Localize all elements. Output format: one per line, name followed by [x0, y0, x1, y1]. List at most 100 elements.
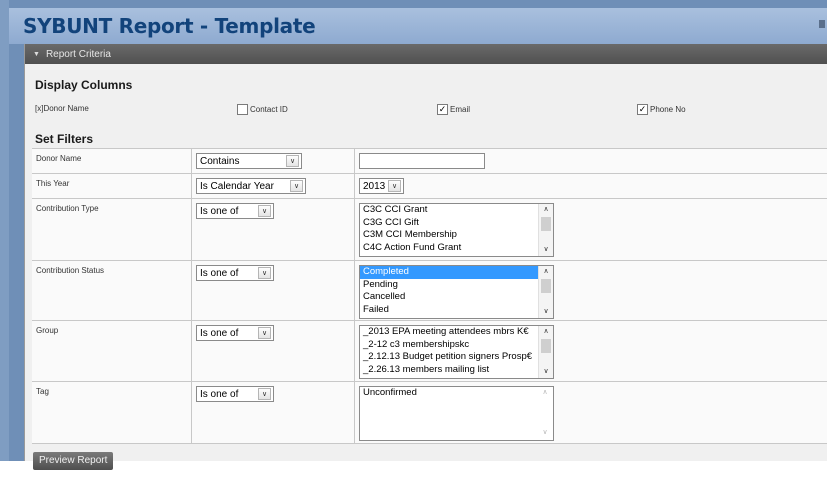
filter-value-cell: Completed Pending Cancelled Failed ∧ ∨ — [355, 261, 827, 320]
filter-row-donor-name: Donor Name Contains ∨ — [32, 149, 827, 174]
scroll-down-icon[interactable]: ∨ — [538, 427, 552, 439]
phone-no-checkbox[interactable]: ✓ — [637, 104, 648, 115]
list-option[interactable]: Unconfirmed — [360, 387, 538, 400]
filter-label: Group — [32, 321, 192, 381]
select-value: Is one of — [200, 328, 239, 339]
column-contact-id[interactable]: Contact ID — [237, 104, 288, 115]
group-operator-select[interactable]: Is one of ∨ — [196, 325, 274, 341]
filter-value-cell: Unconfirmed ∧ ∨ — [355, 382, 827, 443]
scroll-thumb[interactable] — [541, 217, 551, 231]
scroll-down-icon[interactable]: ∨ — [539, 244, 553, 256]
column-email[interactable]: ✓ Email — [437, 104, 470, 115]
listbox-scrollbar[interactable]: ∧ ∨ — [538, 266, 553, 318]
panel-title: Report Criteria — [45, 48, 111, 60]
select-value: Contains — [200, 156, 240, 167]
scroll-down-icon[interactable]: ∨ — [539, 366, 553, 378]
tag-listbox[interactable]: Unconfirmed ∧ ∨ — [359, 386, 554, 441]
dropdown-arrow-icon[interactable]: ∨ — [388, 180, 401, 192]
filter-operator-cell: Is one of ∨ — [192, 382, 355, 443]
scroll-thumb[interactable] — [541, 339, 551, 353]
list-option[interactable]: Cancelled — [360, 291, 538, 304]
select-value: Is one of — [200, 268, 239, 279]
column-label: Contact ID — [250, 105, 288, 114]
select-value: 2013 — [363, 181, 386, 192]
email-checkbox[interactable]: ✓ — [437, 104, 448, 115]
set-filters-heading: Set Filters — [35, 132, 94, 146]
dropdown-arrow-icon[interactable]: ∨ — [290, 180, 303, 192]
scroll-up-icon[interactable]: ∧ — [538, 387, 552, 399]
tag-operator-select[interactable]: Is one of ∨ — [196, 386, 274, 402]
filter-value-cell: C3C CCI Grant C3G CCI Gift C3M CCI Membe… — [355, 199, 827, 260]
select-value: Is one of — [200, 389, 239, 400]
column-label: Donor Name — [43, 104, 89, 113]
preview-report-button[interactable]: Preview Report — [33, 452, 114, 470]
list-option-selected[interactable]: Completed — [360, 266, 538, 279]
listbox-scrollbar[interactable]: ∧ ∨ — [538, 387, 553, 439]
filter-operator-cell: Is one of ∨ — [192, 199, 355, 260]
filter-label: Contribution Status — [32, 261, 192, 320]
list-option[interactable]: _2013 EPA meeting attendees mbrs K€ — [360, 326, 538, 339]
list-option[interactable]: Pending — [360, 279, 538, 292]
listbox-scrollbar[interactable]: ∧ ∨ — [538, 204, 553, 256]
filter-operator-cell: Is one of ∨ — [192, 321, 355, 381]
dropdown-arrow-icon[interactable]: ∨ — [258, 327, 271, 339]
report-criteria-panel: ▼ Report Criteria Display Columns [x] Do… — [24, 44, 827, 470]
filter-row-contribution-status: Contribution Status Is one of ∨ Complete… — [32, 261, 827, 321]
filter-operator-cell: Is Calendar Year ∨ — [192, 174, 355, 198]
scroll-up-icon[interactable]: ∧ — [539, 204, 553, 216]
page-title: SYBUNT Report - Template — [23, 14, 316, 38]
filter-row-this-year: This Year Is Calendar Year ∨ 2013 ∨ — [32, 174, 827, 199]
filter-value-cell: 2013 ∨ — [355, 174, 827, 198]
this-year-operator-select[interactable]: Is Calendar Year ∨ — [196, 178, 306, 194]
filter-label: Contribution Type — [32, 199, 192, 260]
filter-label: Tag — [32, 382, 192, 443]
listbox-scrollbar[interactable]: ∧ ∨ — [538, 326, 553, 378]
scroll-up-icon[interactable]: ∧ — [539, 326, 553, 338]
filter-value-cell: _2013 EPA meeting attendees mbrs K€ _2-1… — [355, 321, 827, 381]
list-option[interactable]: C3G CCI Gift — [360, 217, 538, 230]
scroll-thumb[interactable] — [541, 279, 551, 293]
dropdown-arrow-icon[interactable]: ∨ — [286, 155, 299, 167]
list-option[interactable]: _2-12 c3 membershipskc — [360, 339, 538, 352]
dropdown-arrow-icon[interactable]: ∨ — [258, 205, 271, 217]
list-option[interactable]: C4C Action Fund Grant — [360, 242, 538, 255]
display-columns-heading: Display Columns — [35, 78, 133, 92]
locked-marker: [x] — [35, 104, 44, 113]
dropdown-arrow-icon[interactable]: ∨ — [258, 388, 271, 400]
report-criteria-toggle[interactable]: ▼ Report Criteria — [25, 44, 827, 64]
contribution-type-operator-select[interactable]: Is one of ∨ — [196, 203, 274, 219]
list-option[interactable]: Failed — [360, 304, 538, 317]
year-select[interactable]: 2013 ∨ — [359, 178, 404, 194]
filter-label: This Year — [32, 174, 192, 198]
column-phone-no[interactable]: ✓ Phone No — [637, 104, 686, 115]
donor-name-operator-select[interactable]: Contains ∨ — [196, 153, 302, 169]
list-option[interactable]: _2.26.13 members mailing list — [360, 364, 538, 377]
select-value: Is one of — [200, 206, 239, 217]
select-value: Is Calendar Year — [200, 181, 274, 192]
scroll-up-icon[interactable]: ∧ — [539, 266, 553, 278]
scroll-down-icon[interactable]: ∨ — [539, 306, 553, 318]
filters-table: Donor Name Contains ∨ This Year Is Calen… — [32, 148, 827, 478]
filter-value-cell — [355, 149, 827, 173]
column-label: Email — [450, 105, 471, 114]
filter-operator-cell: Is one of ∨ — [192, 261, 355, 320]
contribution-status-operator-select[interactable]: Is one of ∨ — [196, 265, 274, 281]
list-option[interactable]: _2.12.13 Budget petition signers Prosp€ — [360, 351, 538, 364]
filter-label: Donor Name — [32, 149, 192, 173]
donor-name-input[interactable] — [359, 153, 485, 169]
filter-row-group: Group Is one of ∨ _2013 EPA meeting atte… — [32, 321, 827, 382]
contact-id-checkbox[interactable] — [237, 104, 248, 115]
list-option[interactable]: C3M CCI Membership — [360, 229, 538, 242]
collapse-icon: ▼ — [33, 50, 40, 58]
dropdown-arrow-icon[interactable]: ∨ — [258, 267, 271, 279]
list-option[interactable]: C3C CCI Grant — [360, 204, 538, 217]
filter-row-contribution-type: Contribution Type Is one of ∨ C3C CCI Gr… — [32, 199, 827, 261]
filter-operator-cell: Contains ∨ — [192, 149, 355, 173]
group-listbox[interactable]: _2013 EPA meeting attendees mbrs K€ _2-1… — [359, 325, 554, 379]
contribution-status-listbox[interactable]: Completed Pending Cancelled Failed ∧ ∨ — [359, 265, 554, 319]
column-donor-name: [x] Donor Name — [35, 104, 89, 113]
column-label: Phone No — [650, 105, 686, 114]
report-header: SYBUNT Report - Template — [9, 8, 827, 44]
window-control-icon[interactable] — [819, 20, 825, 28]
contribution-type-listbox[interactable]: C3C CCI Grant C3G CCI Gift C3M CCI Membe… — [359, 203, 554, 257]
